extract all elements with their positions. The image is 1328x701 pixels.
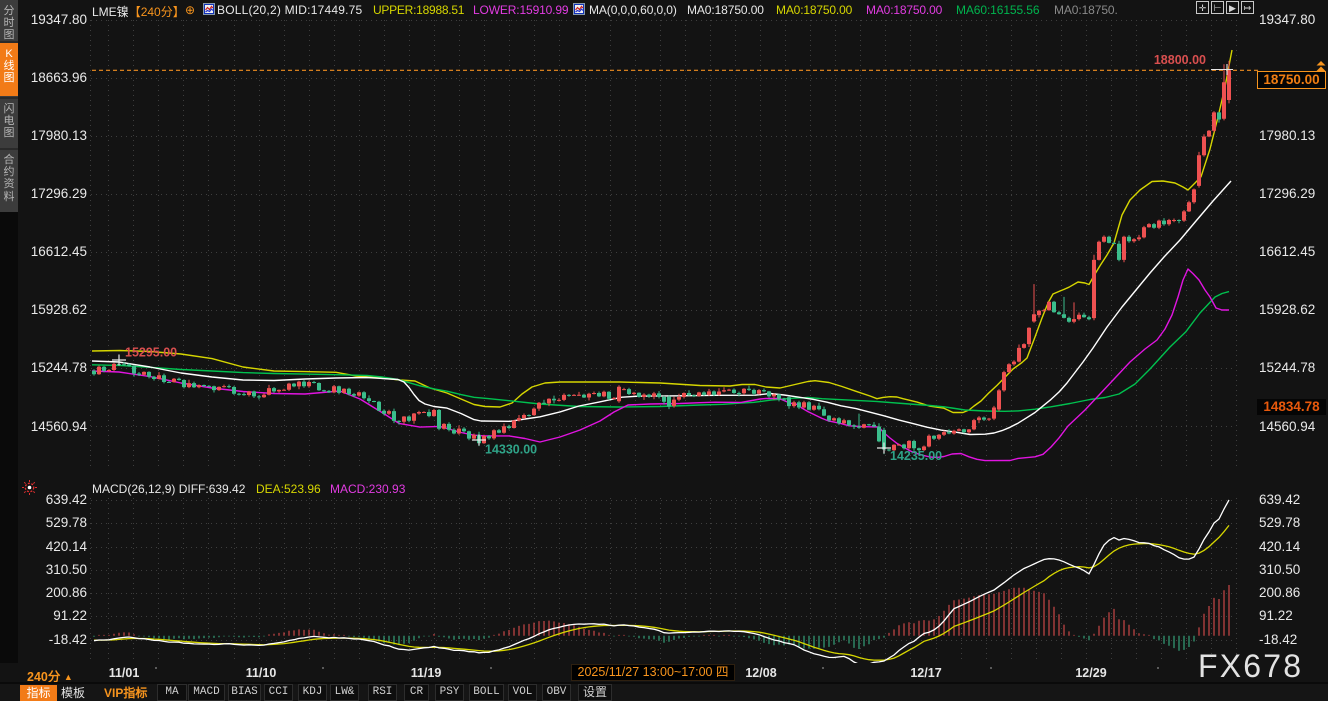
svg-text:18800.00: 18800.00 <box>1154 53 1206 67</box>
svg-text:14330.00: 14330.00 <box>485 443 537 457</box>
svg-text:14235.00: 14235.00 <box>890 449 942 463</box>
svg-text:15295.00: 15295.00 <box>125 346 177 360</box>
